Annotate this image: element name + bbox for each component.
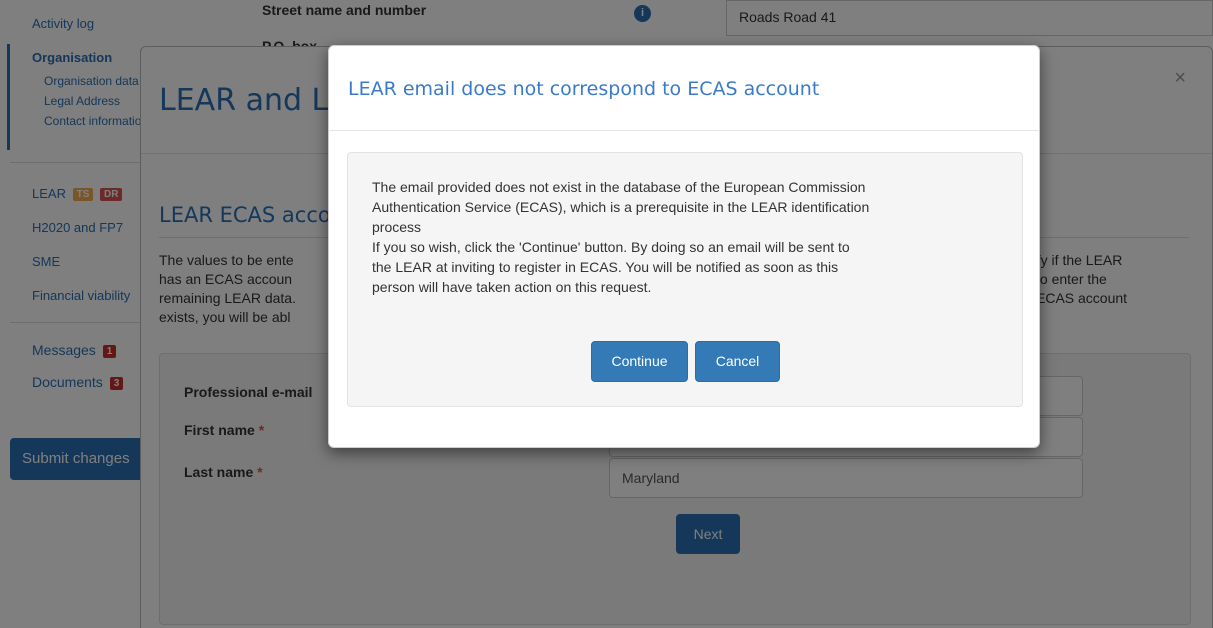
dialog-message-line: Authentication Service (ECAS), which is …: [372, 199, 870, 215]
continue-button[interactable]: Continue: [591, 341, 688, 382]
dialog-message: The email provided does not exist in the…: [372, 177, 1002, 297]
ecas-warning-dialog: LEAR email does not correspond to ECAS a…: [328, 45, 1040, 448]
dialog-message-line: process: [372, 219, 422, 235]
dialog-message-line: If you so wish, click the 'Continue' but…: [372, 239, 850, 255]
cancel-button[interactable]: Cancel: [695, 341, 780, 382]
dialog-message-well: The email provided does not exist in the…: [347, 152, 1023, 407]
dialog-message-line: person will have taken action on this re…: [372, 279, 652, 295]
dialog-title: LEAR email does not correspond to ECAS a…: [348, 78, 820, 100]
dialog-message-line: The email provided does not exist in the…: [372, 179, 866, 195]
dialog-header: LEAR email does not correspond to ECAS a…: [329, 46, 1039, 131]
dialog-message-line: the LEAR at inviting to register in ECAS…: [372, 259, 839, 275]
